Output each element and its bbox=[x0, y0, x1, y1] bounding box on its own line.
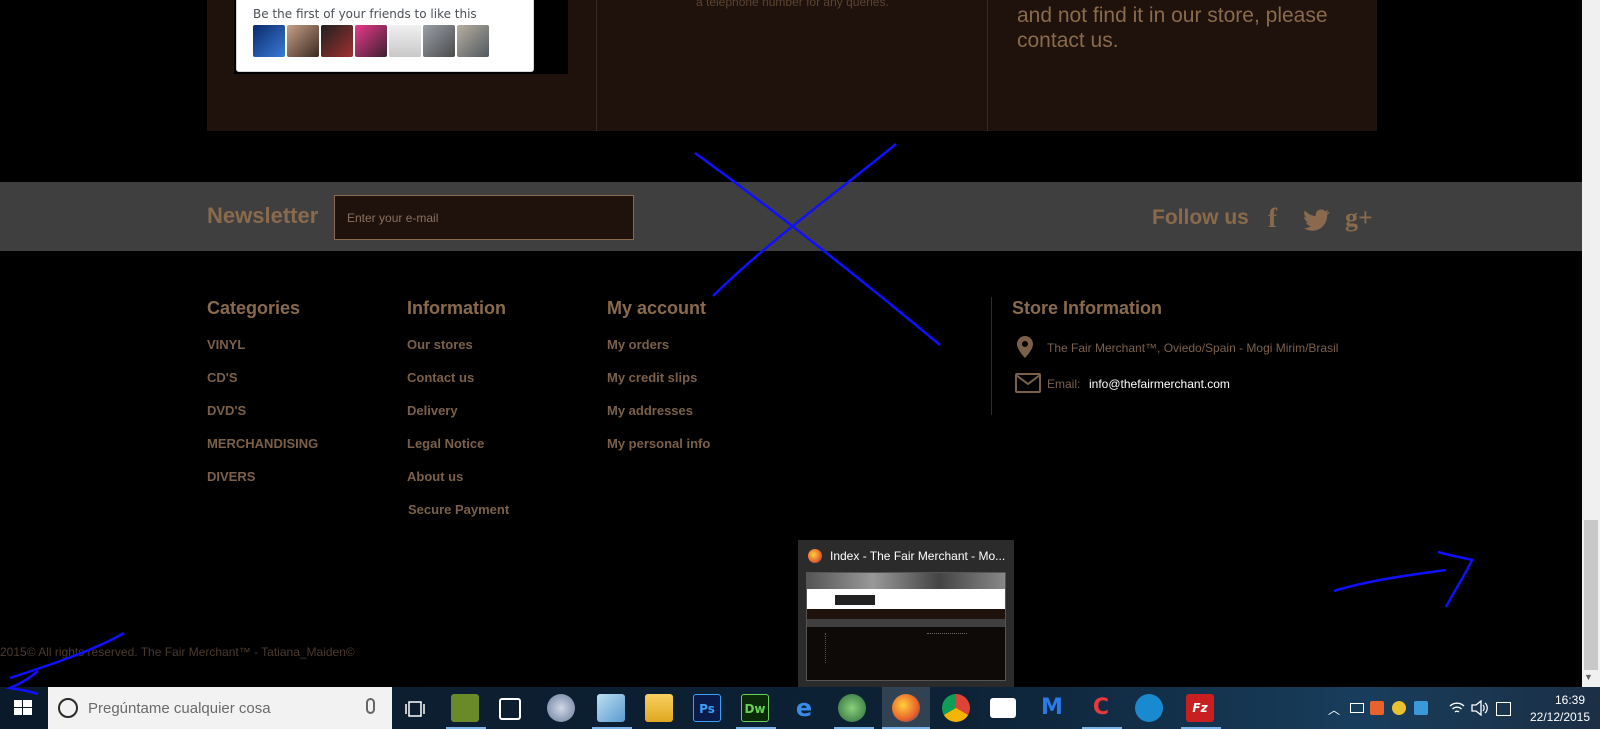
preview-thumbnail[interactable] bbox=[806, 572, 1006, 681]
store-email-link[interactable]: info@thefairmerchant.com bbox=[1089, 377, 1230, 391]
envelope-icon bbox=[1015, 373, 1041, 393]
account-link-addresses[interactable]: My addresses bbox=[607, 403, 693, 418]
show-hidden-icons-chevron-icon[interactable]: ︿ bbox=[1328, 701, 1340, 718]
notepad-plus-icon[interactable] bbox=[451, 694, 479, 722]
volume-icon[interactable] bbox=[1471, 700, 1489, 716]
friend-avatar[interactable] bbox=[321, 25, 353, 57]
google-plus-icon[interactable]: g+ bbox=[1345, 203, 1373, 233]
facebook-like-text: Be the first of your friends to like thi… bbox=[253, 7, 477, 21]
wifi-icon[interactable] bbox=[1449, 700, 1465, 716]
contact-phone-text: a telephone number for any queries. bbox=[696, 0, 889, 9]
category-link-vinyl[interactable]: VINYL bbox=[207, 337, 245, 352]
store-icon[interactable] bbox=[499, 698, 521, 720]
spotlight-app-icon[interactable] bbox=[547, 694, 575, 722]
account-link-orders[interactable]: My orders bbox=[607, 337, 669, 352]
info-link-legal-notice[interactable]: Legal Notice bbox=[407, 436, 484, 451]
friend-avatar[interactable] bbox=[389, 25, 421, 57]
photoshop-icon[interactable]: Ps bbox=[693, 694, 721, 722]
store-information-title: Store Information bbox=[1012, 298, 1163, 318]
annotation-arrow-left bbox=[5, 631, 125, 696]
category-link-dvds[interactable]: DVD'S bbox=[207, 403, 246, 418]
firefox-icon[interactable] bbox=[892, 694, 920, 722]
task-view-icon[interactable] bbox=[404, 700, 426, 718]
annotation-arrow-right bbox=[1333, 550, 1474, 608]
store-email-label: Email: bbox=[1047, 377, 1081, 391]
cortana-search-box[interactable]: Pregúntame cualquier cosa bbox=[48, 687, 392, 729]
globe-app-icon[interactable] bbox=[838, 694, 866, 722]
facebook-icon[interactable]: f bbox=[1268, 203, 1277, 234]
facebook-like-box[interactable]: Be the first of your friends to like thi… bbox=[236, 0, 534, 72]
search-placeholder: Pregúntame cualquier cosa bbox=[88, 700, 271, 717]
taskbar-window-preview[interactable]: Index - The Fair Merchant - Mo... bbox=[798, 540, 1014, 687]
clock-date[interactable]: 22/12/2015 bbox=[1520, 710, 1600, 724]
follow-us-title: Follow us bbox=[1152, 206, 1249, 229]
category-link-divers[interactable]: DIVERS bbox=[207, 469, 255, 484]
newsletter-email-input[interactable] bbox=[334, 195, 634, 240]
category-link-cds[interactable]: CD'S bbox=[207, 370, 238, 385]
filezilla-icon[interactable]: Fz bbox=[1186, 694, 1214, 722]
friend-avatar[interactable] bbox=[457, 25, 489, 57]
account-link-personal-info[interactable]: My personal info bbox=[607, 436, 710, 451]
malwarebytes-icon[interactable]: M bbox=[1038, 694, 1066, 722]
clock-time[interactable]: 16:39 bbox=[1540, 693, 1600, 707]
info-link-secure-payment[interactable]: Secure Payment bbox=[408, 502, 509, 517]
microphone-icon[interactable] bbox=[366, 698, 375, 714]
my-account-title: My account bbox=[607, 298, 707, 318]
store-address: The Fair Merchant™, Oviedo/Spain - Mogi … bbox=[1047, 341, 1339, 355]
firefox-icon bbox=[808, 549, 822, 563]
store-info-divider bbox=[991, 297, 992, 415]
information-title: Information bbox=[407, 298, 506, 318]
column-divider bbox=[987, 0, 988, 131]
account-link-credit-slips[interactable]: My credit slips bbox=[607, 370, 697, 385]
paint-app-icon[interactable] bbox=[597, 694, 625, 722]
friend-avatar[interactable] bbox=[423, 25, 455, 57]
categories-title: Categories bbox=[207, 298, 301, 318]
tray-sync-icon[interactable] bbox=[1392, 701, 1406, 715]
contact-us-text: and not find it in our store, please con… bbox=[1017, 4, 1328, 52]
preview-window-title: Index - The Fair Merchant - Mo... bbox=[830, 549, 1006, 563]
friend-avatar[interactable] bbox=[355, 25, 387, 57]
info-link-contact-us[interactable]: Contact us bbox=[407, 370, 474, 385]
cortana-icon bbox=[58, 698, 78, 718]
category-link-merchandising[interactable]: MERCHANDISING bbox=[207, 436, 318, 451]
chrome-icon[interactable] bbox=[942, 694, 970, 722]
mail-icon[interactable] bbox=[990, 698, 1016, 718]
info-link-our-stores[interactable]: Our stores bbox=[407, 337, 473, 352]
file-explorer-icon[interactable] bbox=[645, 694, 673, 722]
column-divider bbox=[596, 0, 597, 131]
friend-avatar[interactable] bbox=[253, 25, 285, 57]
edge-browser-icon[interactable]: e bbox=[790, 694, 818, 722]
tray-app-icon[interactable] bbox=[1370, 701, 1384, 715]
action-center-icon[interactable] bbox=[1496, 702, 1511, 716]
twitter-icon[interactable] bbox=[1304, 209, 1330, 231]
scrollbar-thumb[interactable] bbox=[1584, 520, 1598, 670]
dreamweaver-icon[interactable]: Dw bbox=[741, 694, 769, 722]
newsletter-title: Newsletter bbox=[207, 203, 319, 228]
windows-start-icon[interactable] bbox=[0, 687, 46, 729]
info-link-delivery[interactable]: Delivery bbox=[407, 403, 458, 418]
tray-security-icon[interactable] bbox=[1414, 701, 1428, 715]
info-link-about-us[interactable]: About us bbox=[407, 469, 463, 484]
map-pin-icon bbox=[1017, 336, 1033, 358]
scroll-down-arrow-icon[interactable]: ▼ bbox=[1584, 672, 1593, 682]
friend-avatar[interactable] bbox=[287, 25, 319, 57]
battery-icon[interactable] bbox=[1350, 703, 1364, 713]
copyright-text: 2015© All rights reserved. The Fair Merc… bbox=[0, 645, 355, 659]
network-app-icon[interactable] bbox=[1135, 694, 1163, 722]
ccleaner-icon[interactable]: C bbox=[1087, 694, 1115, 722]
